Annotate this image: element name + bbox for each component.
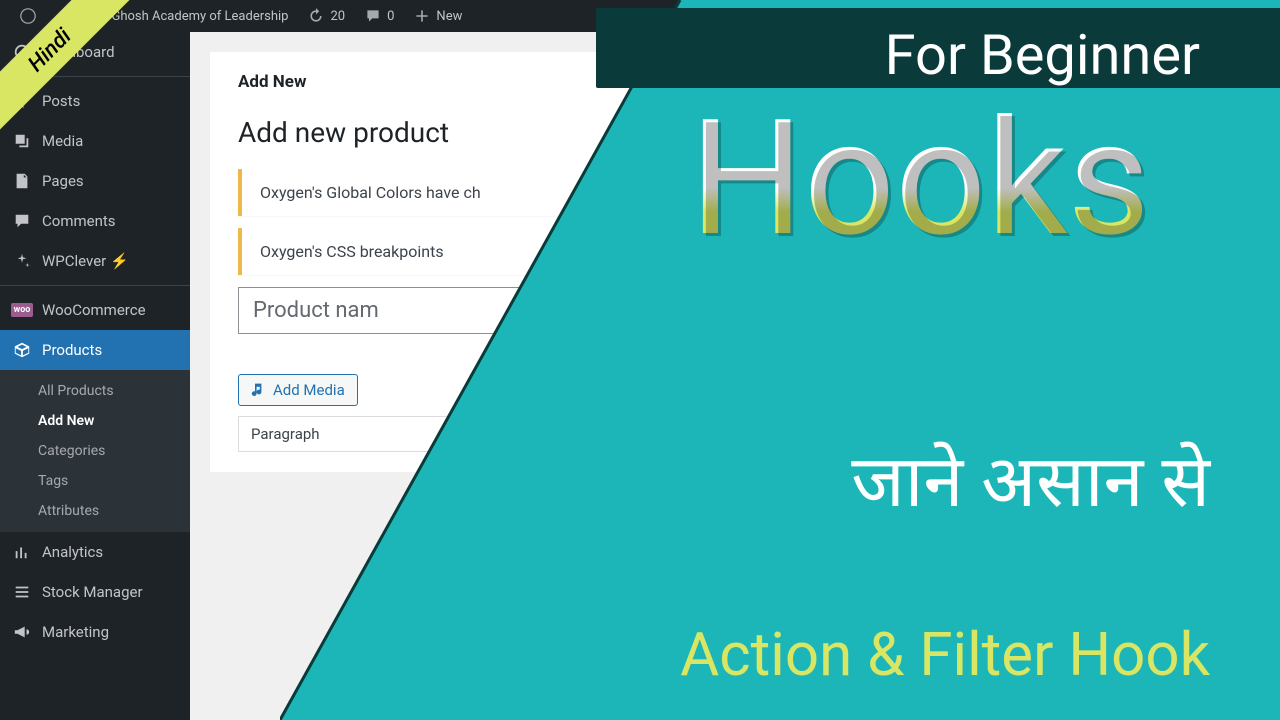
products-submenu: All Products Add New Categories Tags Att…	[0, 370, 190, 532]
page-icon	[12, 171, 32, 191]
menu-comments-label: Comments	[42, 212, 116, 230]
submenu-all-products[interactable]: All Products	[0, 376, 190, 406]
overlay-hooks: Hooks	[690, 100, 1150, 260]
menu-products[interactable]: Products	[0, 330, 190, 370]
box-icon	[12, 340, 32, 360]
woocommerce-icon: woo	[12, 300, 32, 320]
menu-pages-label: Pages	[42, 172, 84, 190]
menu-analytics[interactable]: Analytics	[0, 532, 190, 572]
menu-woocommerce-label: WooCommerce	[42, 301, 146, 319]
menu-wpclever-label: WPClever ⚡	[42, 252, 129, 270]
menu-stock-label: Stock Manager	[42, 583, 143, 601]
menu-stock[interactable]: Stock Manager	[0, 572, 190, 612]
list-icon	[12, 582, 32, 602]
hindi-ribbon-label: Hindi	[0, 0, 135, 136]
hindi-ribbon: Hindi	[0, 0, 140, 140]
music-note-icon	[251, 382, 267, 398]
menu-woocommerce[interactable]: woo WooCommerce	[0, 290, 190, 330]
menu-marketing[interactable]: Marketing	[0, 612, 190, 652]
overlay-hindi-line: जाने असान से	[851, 430, 1210, 528]
menu-pages[interactable]: Pages	[0, 161, 190, 201]
submenu-attributes[interactable]: Attributes	[0, 496, 190, 526]
menu-products-label: Products	[42, 341, 102, 359]
menu-separator	[0, 285, 190, 286]
comments-icon	[12, 211, 32, 231]
overlay-action: Action & Filter Hook	[680, 619, 1210, 690]
submenu-categories[interactable]: Categories	[0, 436, 190, 466]
overlay-beginner: For Beginner	[885, 22, 1200, 88]
menu-analytics-label: Analytics	[42, 543, 103, 561]
chart-icon	[12, 542, 32, 562]
sparkle-icon	[12, 251, 32, 271]
submenu-tags[interactable]: Tags	[0, 466, 190, 496]
submenu-add-new[interactable]: Add New	[0, 406, 190, 436]
megaphone-icon	[12, 622, 32, 642]
menu-wpclever[interactable]: WPClever ⚡	[0, 241, 190, 281]
menu-comments[interactable]: Comments	[0, 201, 190, 241]
menu-marketing-label: Marketing	[42, 623, 109, 641]
